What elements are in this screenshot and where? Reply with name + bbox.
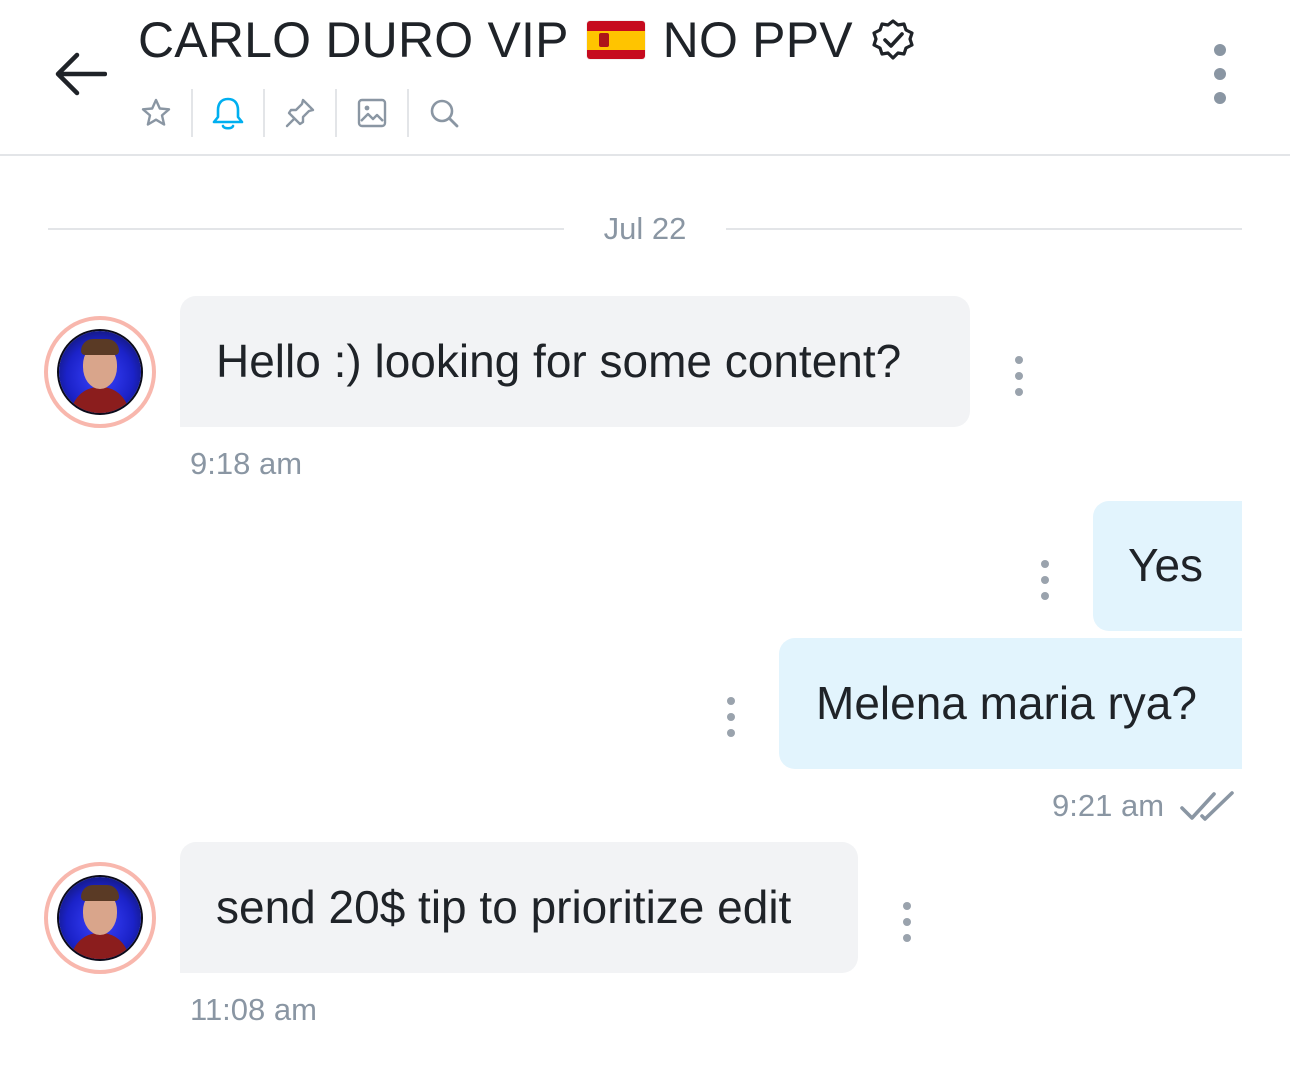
media-button[interactable] — [354, 95, 390, 131]
avatar-photo — [59, 877, 141, 959]
message-text: send 20$ tip to prioritize edit — [216, 880, 792, 933]
toolbar-divider — [407, 89, 409, 137]
kebab-dot — [1214, 68, 1226, 80]
bell-icon — [212, 97, 244, 130]
chat-title[interactable]: CARLO DURO VIP NO PPV — [138, 8, 915, 72]
avatar[interactable] — [44, 316, 156, 428]
spain-flag-icon — [586, 21, 645, 59]
message-options-button[interactable] — [897, 902, 917, 942]
date-divider: Jul 22 — [48, 208, 1242, 250]
kebab-dot — [1214, 44, 1226, 56]
message-bubble-incoming[interactable]: send 20$ tip to prioritize edit — [180, 842, 858, 973]
pin-icon — [285, 98, 315, 128]
toolbar-divider — [191, 89, 193, 137]
double-check-icon — [1180, 791, 1234, 821]
notifications-button[interactable] — [210, 95, 246, 131]
search-icon — [430, 99, 459, 128]
message-bubble-outgoing[interactable]: Melena maria rya? — [779, 638, 1242, 769]
message-text: Melena maria rya? — [816, 676, 1197, 729]
message-time: 9:18 am — [190, 446, 303, 481]
toolbar-divider — [335, 89, 337, 137]
message-options-button[interactable] — [1035, 560, 1055, 600]
avatar[interactable] — [44, 862, 156, 974]
arrow-left-icon — [55, 52, 107, 96]
verified-badge-icon — [871, 18, 915, 62]
message-text: Yes — [1128, 539, 1204, 592]
toolbar-divider — [263, 89, 265, 137]
pin-button[interactable] — [282, 95, 318, 131]
date-label: Jul 22 — [603, 211, 687, 246]
favorite-button[interactable] — [138, 95, 174, 131]
image-icon — [357, 98, 387, 128]
kebab-dot — [1214, 92, 1226, 104]
message-options-button[interactable] — [721, 697, 741, 737]
message-time: 9:21 am — [1052, 788, 1165, 823]
star-icon — [141, 98, 171, 126]
search-button[interactable] — [426, 95, 462, 131]
message-bubble-incoming[interactable]: Hello :) looking for some content? — [180, 296, 970, 427]
more-options-button[interactable] — [1200, 44, 1240, 104]
chat-toolbar — [138, 88, 479, 138]
message-text: Hello :) looking for some content? — [216, 334, 902, 387]
divider-line — [48, 228, 564, 230]
message-bubble-outgoing[interactable]: Yes — [1093, 501, 1242, 631]
message-options-button[interactable] — [1009, 356, 1029, 396]
message-time: 11:08 am — [190, 992, 317, 1027]
chat-title-text: CARLO DURO VIP — [138, 12, 569, 68]
chat-header: CARLO DURO VIP NO PPV — [0, 0, 1290, 156]
avatar-photo — [59, 331, 141, 413]
chat-title-suffix: NO PPV — [662, 12, 853, 68]
back-button[interactable] — [48, 42, 112, 106]
divider-line — [726, 228, 1242, 230]
